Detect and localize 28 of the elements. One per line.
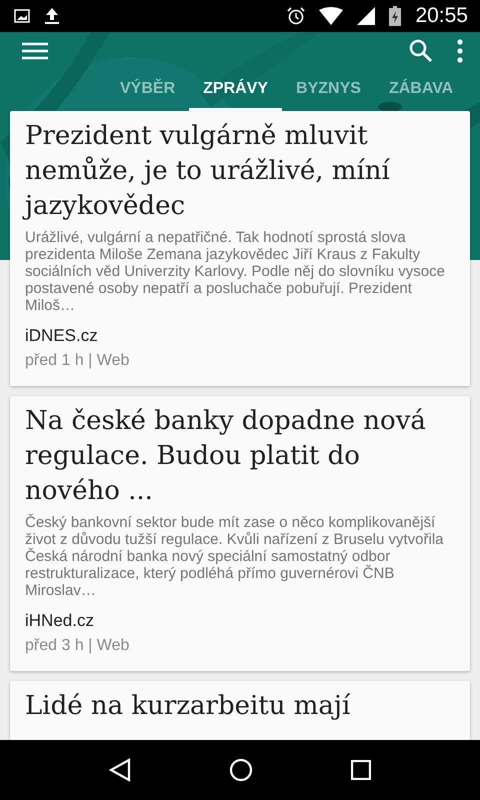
article-title: Na české banky dopadne nová regulace. Budou platit do nového ...	[25, 405, 427, 508]
article-title: Lidé na kurzarbeitu mají	[25, 690, 352, 723]
tab[interactable]: ZÁBAVA	[374, 70, 468, 111]
article-card[interactable]	[10, 111, 470, 386]
article-meta: před 3 h | Web	[25, 637, 130, 655]
search-button[interactable]	[408, 38, 434, 64]
upload-icon	[44, 7, 60, 25]
article-meta: před 1 h | Web	[25, 352, 130, 370]
article-card[interactable]	[10, 396, 470, 671]
status-time: 20:55	[415, 4, 468, 28]
article-title: Prezident vulgárně mluvit nemůže, je to urážlivé, míní jazykovědec	[25, 119, 455, 224]
article-card[interactable]: Lidé na kurzarbeitu mají	[10, 681, 470, 740]
alarm-icon	[287, 7, 306, 25]
wifi-icon	[319, 7, 344, 25]
article-source: iHNed.cz	[25, 611, 95, 631]
home-button[interactable]	[229, 758, 253, 782]
back-button[interactable]	[109, 758, 131, 782]
article-source: iDNES.cz	[25, 326, 99, 346]
article-snippet: Český bankovní sektor bude mít zase o něco komplikovanější život z důvodu tužší regulace. Kvůli nařízení z Bruselu vytvořila Česká národní banka nový speciální samostatný odbor restrukturalizace, který podléhá přímo guvernérovi ČNB Miroslav…	[25, 514, 445, 599]
tab[interactable]: VÝBĚR	[106, 70, 190, 111]
battery-icon	[389, 6, 402, 26]
more-options-button[interactable]	[456, 39, 464, 64]
signal-icon	[357, 7, 376, 25]
image-icon	[14, 9, 30, 23]
menu-button[interactable]	[22, 42, 48, 60]
tab[interactable]: BYZNYS	[282, 70, 375, 111]
recents-button[interactable]	[351, 760, 371, 780]
article-snippet: Urážlivé, vulgární a nepatřičné. Tak hodnotí sprostá slova prezidenta Miloše Zemana jazykovědec Jiří Kraus z Fakulty sociálních věd Univerzity Karlovy. Podle něj do slovníku vysoce postavené osoby nepatří a posluchače pobuřují. Prezident Miloš…	[25, 229, 446, 314]
